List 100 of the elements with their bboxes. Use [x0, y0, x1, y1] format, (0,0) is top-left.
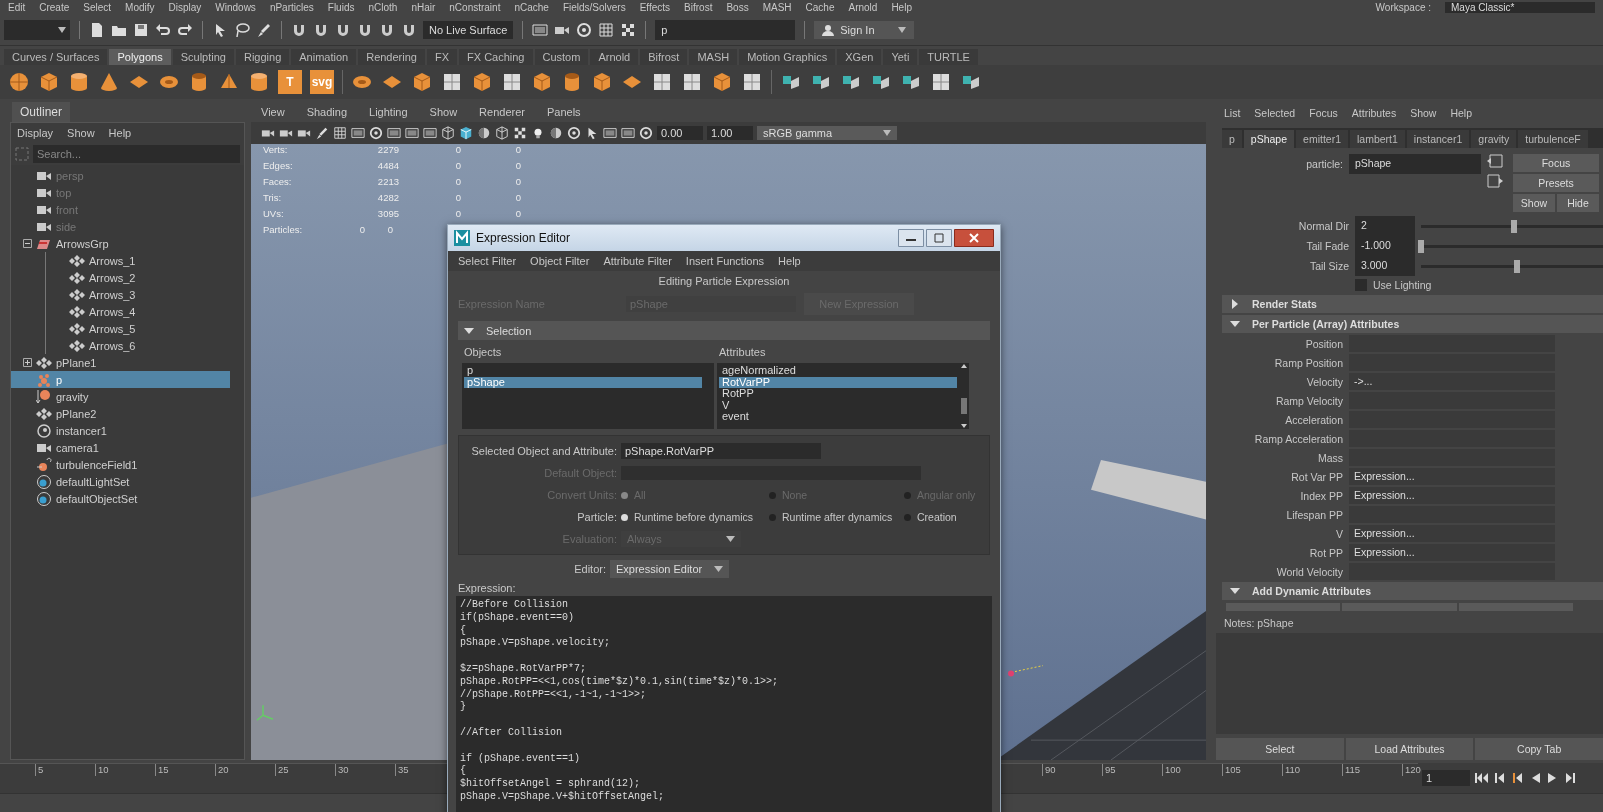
magnet-icon[interactable]	[313, 22, 329, 38]
cone-icon[interactable]	[98, 71, 120, 93]
menu-item[interactable]: Cache	[805, 2, 835, 13]
node-tab[interactable]: gravity	[1471, 130, 1517, 148]
slider-thumb[interactable]	[1514, 259, 1520, 273]
menu-item[interactable]: Bifrost	[684, 2, 713, 13]
shaded-cube-icon[interactable]	[459, 126, 473, 140]
radio-button[interactable]: Runtime before dynamics	[621, 511, 769, 523]
tree-node[interactable]: Arrows_6	[46, 337, 230, 354]
attributes-list[interactable]: ageNormalized RotVarPP RotPP V event	[717, 363, 969, 429]
menu-item[interactable]: Display	[168, 2, 202, 13]
scrollbar-drawing[interactable]	[960, 363, 968, 429]
bottom-button[interactable]: Load Attributes	[1345, 738, 1474, 760]
expression-field[interactable]: //Before Collision if(pShape.event==0) { pShape.V=pShape.velocity; $z=pShape.RotVarPP*7; pShape.RotPP=<<1,cos(time*$z)*0.1,sin(time*$z)*0.1>>; //pShape.RotPP=<<1,-1~1,-1~1>>; } //After Collision if (pShape.event==1) { $hitOffsetAngel = sphrand(12); pShape.V=pShape.V+$hitOffsetAngel;	[456, 596, 992, 812]
bottom-button[interactable]: Select	[1216, 738, 1344, 760]
shelf-tab[interactable]: Motion Graphics	[739, 49, 836, 65]
film-gate-icon[interactable]	[603, 126, 617, 140]
attribute-entry[interactable]: V	[719, 399, 957, 411]
mesh-tool-icon[interactable]	[441, 71, 463, 93]
value-field[interactable]: 2	[1355, 216, 1415, 236]
menu-item[interactable]: Help	[891, 2, 912, 13]
film-gate-icon[interactable]	[351, 126, 365, 140]
grid-icon[interactable]	[598, 22, 615, 38]
shelf-tab[interactable]: FX	[426, 49, 457, 65]
shelf-tab[interactable]: Polygons	[109, 49, 171, 65]
shelf-tab[interactable]: Rendering	[358, 49, 425, 65]
film-gate-icon[interactable]	[387, 126, 401, 140]
menu-item[interactable]: Object Filter	[530, 255, 590, 267]
magnet-icon[interactable]	[401, 22, 417, 38]
expanded-triangle-icon[interactable]	[464, 325, 474, 336]
live-surface-field[interactable]: No Live Surface	[423, 21, 514, 39]
menu-item[interactable]: Fields/Solvers	[562, 2, 626, 13]
value-field[interactable]: Expression...	[1349, 487, 1555, 504]
menu-item[interactable]: Attribute Filter	[603, 255, 672, 267]
object-entry[interactable]: pShape	[464, 376, 702, 388]
value-field[interactable]: -1.000	[1355, 236, 1415, 256]
mesh-tool-icon[interactable]	[741, 71, 763, 93]
node-tab[interactable]: p	[1222, 130, 1242, 148]
menu-item[interactable]: Selected	[1254, 107, 1296, 119]
menu-item[interactable]: nHair	[411, 2, 436, 13]
save-icon[interactable]	[133, 22, 149, 38]
shelf-tab[interactable]: Arnold	[590, 49, 639, 65]
radio-dot[interactable]	[904, 513, 911, 521]
film-gate-icon[interactable]	[405, 126, 419, 140]
cube-icon[interactable]	[411, 71, 433, 93]
aperture-icon[interactable]	[639, 126, 653, 140]
cylinder-icon[interactable]	[68, 71, 90, 93]
aperture-icon[interactable]	[369, 126, 383, 140]
shaded-sphere-icon[interactable]	[549, 126, 563, 140]
mesh-tool-icon[interactable]	[681, 71, 703, 93]
brush-icon[interactable]	[256, 22, 272, 38]
menu-item[interactable]: Windows	[215, 2, 256, 13]
tree-node[interactable]: camera1	[11, 439, 230, 456]
redo-icon[interactable]	[177, 22, 193, 38]
cube-icon[interactable]	[711, 71, 733, 93]
menu-item[interactable]: Help	[108, 127, 132, 139]
menu-item[interactable]: Show	[429, 106, 458, 118]
menu-item[interactable]: Edit	[8, 2, 26, 13]
radio-dot[interactable]	[621, 513, 628, 521]
value-field[interactable]: Expression...	[1349, 544, 1555, 561]
selected-attribute-field[interactable]: pShape.RotVarPP	[621, 443, 821, 459]
menu-item[interactable]: nConstraint	[449, 2, 501, 13]
tree-node[interactable]: defaultLightSet	[11, 473, 230, 490]
output-connection-icon[interactable]	[1487, 174, 1503, 188]
film-gate-icon[interactable]	[621, 126, 635, 140]
tree-node[interactable]: Arrows_4	[46, 303, 230, 320]
tree-node[interactable]: defaultObjectSet	[11, 490, 230, 507]
menu-item[interactable]: View	[261, 106, 285, 118]
magnet-icon[interactable]	[379, 22, 395, 38]
shelf-tab[interactable]: Rigging	[235, 49, 290, 65]
film-gate-icon[interactable]	[423, 126, 437, 140]
gamma-field[interactable]: 1.00	[707, 126, 753, 140]
tree-node[interactable]: Arrows_2	[46, 269, 230, 286]
shelf-tab[interactable]: MASH	[689, 49, 738, 65]
menu-item[interactable]: Shading	[306, 106, 348, 118]
lasso-icon[interactable]	[234, 22, 250, 38]
cylinder-icon[interactable]	[248, 71, 270, 93]
current-frame-field[interactable]: 1	[1422, 770, 1470, 786]
node-tab[interactable]: emitter1	[1296, 130, 1348, 148]
tree-node[interactable]: ArrowsGrp	[11, 235, 230, 252]
menu-item[interactable]: Select	[83, 2, 112, 13]
wireframe-cube-icon[interactable]	[441, 126, 455, 140]
undo-icon[interactable]	[155, 22, 171, 38]
menu-item[interactable]: Lighting	[369, 106, 408, 118]
aperture-icon[interactable]	[567, 126, 581, 140]
checker-icon[interactable]	[513, 126, 527, 140]
node-tab[interactable]: turbulenceF	[1518, 130, 1588, 148]
menu-item[interactable]: Boss	[726, 2, 749, 13]
header-button[interactable]: Hide	[1557, 194, 1599, 212]
shelf-tab[interactable]: FX Caching	[459, 49, 533, 65]
section-header[interactable]: Per Particle (Array) Attributes	[1222, 315, 1603, 333]
section-header[interactable]: Render Stats	[1222, 295, 1603, 313]
menu-item[interactable]: Show	[1410, 107, 1437, 119]
shelf-tab[interactable]: Sculpting	[172, 49, 234, 65]
cube-icon[interactable]	[531, 71, 553, 93]
attribute-entry[interactable]: ageNormalized	[719, 365, 957, 377]
minimize-button[interactable]	[898, 229, 924, 247]
value-field[interactable]: 3.000	[1355, 256, 1415, 276]
film-gate-icon[interactable]	[532, 22, 549, 38]
node-tab[interactable]: pShape	[1243, 130, 1295, 148]
